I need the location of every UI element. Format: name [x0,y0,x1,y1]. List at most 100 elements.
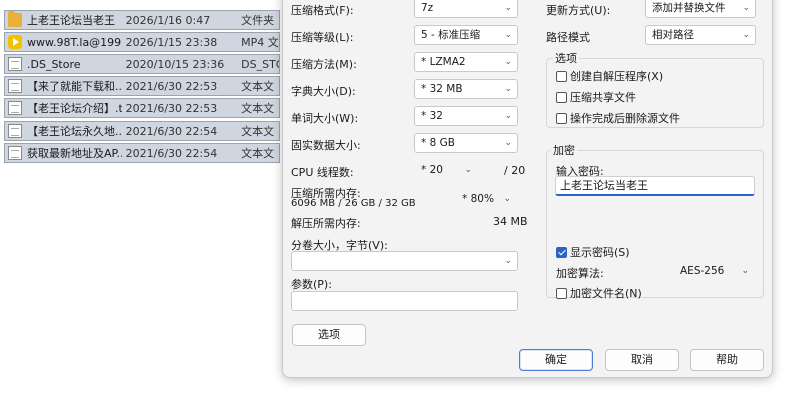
pathmode-value: 相对路径 [652,29,694,41]
cancel-button[interactable]: 取消 [605,349,679,371]
update-select[interactable]: 添加并替换文件 ⌄ [645,0,756,18]
file-row[interactable]: 【来了就能下载和... 2021/6/30 22:53 文本文 [4,76,280,96]
file-type: 文本文 [241,102,275,115]
decompress-memory-value: 34 MB [493,215,528,228]
delete-after-label: 操作完成后删除源文件 [570,112,680,125]
encryption-method-label: 加密算法: [556,267,604,280]
params-input[interactable] [291,291,518,311]
word-value: * 32 [421,110,443,122]
file-row[interactable]: 获取最新地址及AP... 2021/6/30 22:54 文本文 [4,143,280,163]
file-row[interactable]: .DS_Store 2020/10/15 23:36 DS_STO [4,54,280,74]
encryption-method-value: AES-256 [680,265,725,277]
help-button[interactable]: 帮助 [690,349,764,371]
checkbox-icon [556,112,567,124]
password-input[interactable]: 上老王论坛当老王 [555,176,755,196]
word-label: 单词大小(W): [291,112,359,125]
file-name: 获取最新地址及AP... [27,147,122,160]
level-select[interactable]: 5 - 标准压缩 ⌄ [414,25,518,45]
text-file-icon [8,79,22,93]
method-label: 压缩方法(M): [291,58,357,71]
update-value: 添加并替换文件 [652,2,726,14]
text-file-icon [8,124,22,138]
file-explorer-list: 上老王论坛当老王 2026/1/16 0:47 文件夹 www.98T.la@1… [0,0,282,396]
file-row[interactable]: 上老王论坛当老王 2026/1/16 0:47 文件夹 [4,10,280,30]
format-value: 7z [421,2,434,14]
level-label: 压缩等级(L): [291,31,354,44]
sfx-checkbox[interactable]: 创建自解压程序(X) [556,68,663,84]
add-to-archive-dialog: 压缩格式(F): 7z ⌄ 压缩等级(L): 5 - 标准压缩 ⌄ 压缩方法(M… [282,0,773,378]
split-select[interactable]: ⌄ [291,251,518,271]
file-name: .DS_Store [27,57,81,71]
file-row[interactable]: 【老王论坛介绍】.txt 2021/6/30 22:53 文本文 [4,98,280,118]
checkbox-icon [556,91,567,103]
file-type: 文件夹 [241,14,275,27]
file-date: 2021/6/30 22:53 [125,101,218,115]
shared-files-checkbox[interactable]: 压缩共享文件 [556,89,636,105]
chevron-down-icon: ⌄ [504,3,512,13]
encryption-method-select[interactable]: AES-256 ⌄ [673,261,755,281]
file-date: 2026/1/15 23:38 [125,35,218,49]
chevron-down-icon: ⌄ [503,194,511,204]
memory-percent-value: * 80% [462,193,494,205]
sfx-label: 创建自解压程序(X) [570,70,664,83]
options-group-title: 选项 [553,50,579,66]
file-date: 2021/6/30 22:54 [125,146,218,160]
show-password-label: 显示密码(S) [570,246,630,259]
folder-icon [8,11,22,27]
solid-select[interactable]: * 8 GB ⌄ [414,133,518,153]
checkbox-checked-icon [556,246,567,258]
chevron-down-icon: ⌄ [741,266,749,276]
chevron-down-icon: ⌄ [742,30,750,40]
delete-after-checkbox[interactable]: 操作完成后删除源文件 [556,110,680,126]
format-select[interactable]: 7z ⌄ [414,0,518,18]
format-label: 压缩格式(F): [291,4,354,17]
video-file-icon [8,35,22,49]
chevron-down-icon: ⌄ [742,3,750,13]
threads-value: * 20 [421,164,443,176]
chevron-down-icon: ⌄ [504,30,512,40]
file-name: www.98T.la@1998... [27,35,122,49]
file-date: 2021/6/30 22:53 [125,79,218,93]
memory-detail: 6096 MB / 26 GB / 32 GB [291,198,416,209]
ok-button[interactable]: 确定 [519,349,593,371]
checkbox-icon [556,287,567,299]
file-icon [8,57,22,71]
encrypt-names-checkbox[interactable]: 加密文件名(N) [556,285,642,301]
method-select[interactable]: * LZMA2 ⌄ [414,52,518,72]
encryption-group-title: 加密 [551,142,577,158]
file-type: 文本文 [241,147,275,160]
chevron-down-icon: ⌄ [504,256,512,266]
file-row[interactable]: 【老王论坛永久地... 2021/6/30 22:54 文本文 [4,121,280,141]
file-date: 2020/10/15 23:36 [125,57,225,71]
file-name: 上老王论坛当老王 [27,14,115,27]
dict-label: 字典大小(D): [291,85,356,98]
solid-label: 固实数据大小: [291,139,361,152]
chevron-down-icon: ⌄ [504,138,512,148]
checkbox-icon [556,70,567,82]
pathmode-select[interactable]: 相对路径 ⌄ [645,25,756,45]
password-value: 上老王论坛当老王 [560,179,648,192]
dict-select[interactable]: * 32 MB ⌄ [414,79,518,99]
chevron-down-icon: ⌄ [504,111,512,121]
method-value: * LZMA2 [421,56,466,68]
chevron-down-icon: ⌄ [504,84,512,94]
file-name: 【老王论坛永久地... [27,125,122,138]
options-button[interactable]: 选项 [292,324,366,346]
update-label: 更新方式(U): [546,4,611,17]
dict-value: * 32 MB [421,83,463,95]
file-type: 文本文 [241,80,275,93]
text-file-icon [8,146,22,160]
threads-select[interactable]: * 20 ⌄ [414,160,478,180]
chevron-down-icon: ⌄ [464,165,472,175]
threads-label: CPU 线程数: [291,166,354,179]
text-file-icon [8,101,22,115]
level-value: 5 - 标准压缩 [421,29,481,41]
file-name: 【来了就能下载和... [27,80,122,93]
word-select[interactable]: * 32 ⌄ [414,106,518,126]
file-row[interactable]: www.98T.la@1998... 2026/1/15 23:38 MP4 文 [4,32,280,52]
memory-percent-select[interactable]: * 80% ⌄ [455,189,517,209]
show-password-checkbox[interactable]: 显示密码(S) [556,244,630,260]
shared-files-label: 压缩共享文件 [570,91,636,104]
file-type: 文本文 [241,125,275,138]
solid-value: * 8 GB [421,137,455,149]
